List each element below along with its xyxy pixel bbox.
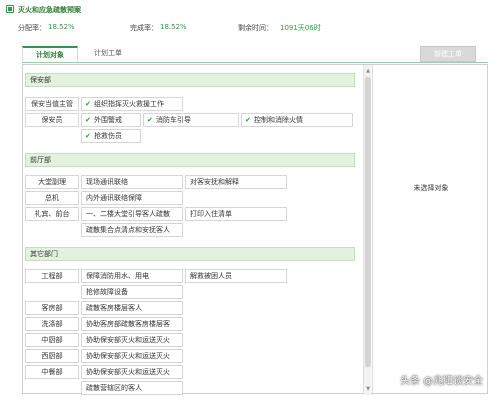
app-icon	[6, 5, 14, 13]
task-item[interactable]: 协助客房部疏散客房楼层客	[81, 317, 183, 331]
role-housekeeping[interactable]: 客房部	[25, 301, 79, 315]
assign-rate-label: 分配率：	[18, 24, 46, 32]
new-order-button[interactable]: 新建工单	[420, 46, 476, 62]
checkmark-icon: ✔	[85, 100, 91, 108]
scroll-up-arrow-icon[interactable]: ▲	[364, 67, 372, 75]
role-western-kitchen[interactable]: 西厨部	[25, 349, 79, 363]
tab-plan-objects[interactable]: 计划对象	[22, 46, 78, 62]
section-other-departments[interactable]: 其它部门	[25, 247, 355, 261]
role-security-supervisor[interactable]: 保安当值主管	[25, 97, 79, 111]
role-lobby-manager[interactable]: 大堂副理	[25, 175, 79, 189]
task-item[interactable]: ✔ 组织指挥灭火救援工作	[81, 97, 183, 111]
role-laundry[interactable]: 洗涤部	[25, 317, 79, 331]
task-item[interactable]: 疏散营辖区的客人	[81, 381, 183, 395]
complete-rate-label: 完成率：	[130, 24, 158, 32]
task-item[interactable]: 疏散客房楼层客人	[81, 301, 183, 315]
task-item[interactable]: 协助保安部灭火和运送灭火	[81, 349, 183, 363]
checkmark-icon: ✔	[85, 132, 91, 140]
task-item[interactable]: 保障消防用水、用电	[81, 269, 183, 283]
scroll-down-arrow-icon[interactable]: ▼	[364, 385, 372, 393]
window-title: 灭火和应急疏散预案	[18, 6, 81, 14]
task-item[interactable]: 对客安抚和解释	[185, 175, 287, 189]
role-banquet[interactable]: 中餐部	[25, 365, 79, 379]
task-item[interactable]: 解救被困人员	[185, 269, 287, 283]
vertical-scrollbar[interactable]: ▲ ▼	[363, 65, 371, 395]
role-security-guard[interactable]: 保安员	[25, 113, 79, 127]
plan-panel: 保安部 保安当值主管 ✔ 组织指挥灭火救援工作 保安员 ✔ 外围警戒 ✔ 消防车引导 …	[22, 64, 488, 395]
task-item[interactable]: ✔ 外围警戒	[81, 113, 141, 127]
task-item[interactable]: 协助保安部灭火和运送灭火	[81, 365, 183, 379]
assign-rate-value: 18.52%	[48, 23, 75, 31]
title-bar: 灭火和应急疏散预案	[0, 0, 500, 20]
remaining-time-value: 1091天06时	[280, 24, 321, 32]
role-switchboard[interactable]: 总机	[25, 191, 79, 205]
task-item[interactable]: 一、二楼大堂引导客人疏散	[81, 207, 183, 221]
tab-underline	[22, 62, 488, 63]
tab-plan-orders[interactable]: 计划工单	[80, 46, 136, 62]
task-item[interactable]: 现场通讯联络	[81, 175, 183, 189]
progress-stats: 分配率： 18.52% 完成率： 18.52% 剩余时间： 1091天06时	[18, 23, 488, 35]
remaining-time-label: 剩余时间：	[238, 24, 273, 32]
task-item[interactable]: 疏散集合点清点和安抚客人	[81, 223, 183, 237]
role-engineering[interactable]: 工程部	[25, 269, 79, 283]
task-item[interactable]: ✔ 控制和消除火情	[241, 113, 353, 127]
checkmark-icon: ✔	[147, 116, 153, 124]
section-front-office[interactable]: 前厅部	[25, 153, 355, 167]
role-chinese-kitchen[interactable]: 中厨部	[25, 333, 79, 347]
watermark: 头条 @兆阳谈安全	[400, 376, 484, 387]
role-concierge[interactable]: 礼宾、前台	[25, 207, 79, 221]
scroll-thumb[interactable]	[365, 77, 371, 367]
complete-rate-value: 18.52%	[160, 23, 187, 31]
detail-pane: 未选择对象	[372, 65, 488, 395]
task-item[interactable]: 抢修故障设备	[81, 285, 183, 299]
checkmark-icon: ✔	[85, 116, 91, 124]
section-security[interactable]: 保安部	[25, 73, 355, 87]
task-item[interactable]: 内外通讯联络保障	[81, 191, 183, 205]
task-item[interactable]: 打印入住清单	[185, 207, 287, 221]
task-item[interactable]: ✔ 消防车引导	[143, 113, 239, 127]
task-item[interactable]: ✔ 抢救伤员	[81, 129, 141, 143]
task-item[interactable]: 协助保安部灭火和运送灭火	[81, 333, 183, 347]
checkmark-icon: ✔	[245, 116, 251, 124]
plan-object-list: 保安部 保安当值主管 ✔ 组织指挥灭火救援工作 保安员 ✔ 外围警戒 ✔ 消防车引导 …	[23, 65, 363, 395]
empty-selection-text: 未选择对象	[413, 184, 449, 192]
